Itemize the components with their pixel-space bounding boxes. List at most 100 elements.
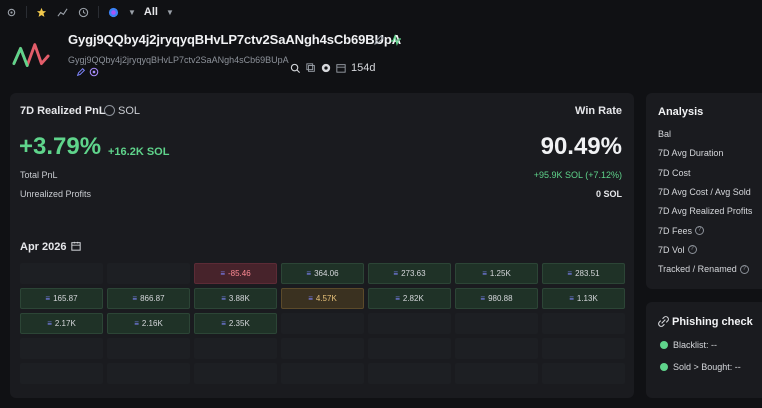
calendar-day-cell[interactable]: ≡ -85.46 <box>194 263 277 284</box>
help-icon[interactable]: ? <box>739 264 749 274</box>
calendar-empty-cell <box>542 338 625 359</box>
sol-icon: ≡ <box>393 269 399 278</box>
pnl-percent: +3.79% <box>19 133 102 160</box>
calendar-empty-cell <box>368 313 451 334</box>
calendar-day-value: 2.16K <box>141 319 163 328</box>
sol-icon: ≡ <box>134 319 139 328</box>
status-dot <box>660 341 668 349</box>
sol-icon: ≡ <box>221 294 226 303</box>
wallet-meta: 154d <box>290 62 375 74</box>
edit-icon[interactable] <box>373 34 385 46</box>
calendar-day-cell[interactable]: ≡ 1.13K <box>542 288 625 309</box>
calendar-day-value: 980.88 <box>488 294 513 303</box>
analysis-item: Tracked / Renamed? <box>658 264 749 274</box>
calendar-day-cell[interactable]: ≡ 3.88K <box>194 288 277 309</box>
analysis-item-label: 7D Fees <box>658 225 693 236</box>
calendar-icon[interactable] <box>71 241 81 251</box>
analysis-item: 7D Avg Cost / Avg Sold <box>658 187 751 197</box>
analysis-item: 7D Avg Duration <box>658 148 723 158</box>
analysis-card: Analysis Bal 7D Avg Duration 7D Cost 7D Avg… <box>646 93 762 289</box>
wallet-name: Gygj9QQby4j2jryqyqBHvLP7ctv2SaANgh4sCb69… <box>68 32 401 47</box>
sol-icon: ≡ <box>480 294 486 303</box>
calendar-empty-cell <box>281 313 364 334</box>
calendar-empty-cell <box>20 263 103 284</box>
sol-icon: ≡ <box>221 319 226 328</box>
calendar-day-cell[interactable]: ≡ 1.25K <box>455 263 538 284</box>
total-pnl-label: Total PnL <box>20 170 58 180</box>
wallet-address: Gygj9QQby4j2jryqyqBHvLP7ctv2SaANgh4sCb69… <box>68 55 289 65</box>
wallet-header: Gygj9QQby4j2jryqyqBHvLP7ctv2SaANgh4sCb69… <box>10 28 750 84</box>
calendar-day-cell[interactable]: ≡ 2.16K <box>107 313 190 334</box>
calendar-empty-cell <box>194 363 277 384</box>
calendar-day-cell[interactable]: ≡ 364.06 <box>281 263 364 284</box>
filter-select[interactable]: All <box>144 6 158 18</box>
chevron-down-icon[interactable]: ▼ <box>166 8 174 17</box>
help-icon[interactable]: ? <box>695 226 705 235</box>
pnl-card: 7D Realized PnL SOL Win Rate +3.79% +16.… <box>10 93 634 398</box>
calendar-empty-cell <box>368 338 451 359</box>
calendar-empty-cell <box>455 363 538 384</box>
chevron-down-icon[interactable]: ▼ <box>128 8 136 17</box>
calendar-month: Apr 2026 <box>20 241 67 253</box>
search-icon[interactable] <box>290 63 301 74</box>
calendar-day-value: 1.25K <box>489 269 511 278</box>
calendar-empty-cell <box>281 363 364 384</box>
calendar-day-cell[interactable]: ≡ 273.63 <box>368 263 451 284</box>
divider <box>98 6 99 18</box>
winrate-title: Win Rate <box>575 105 622 117</box>
winrate-sub: +95.9K SOL (+7.12%) <box>533 170 622 180</box>
history-icon[interactable] <box>77 6 90 19</box>
calendar-day-cell[interactable]: ≡ 283.51 <box>542 263 625 284</box>
chart-icon[interactable] <box>56 6 69 19</box>
calendar-day-value: 364.06 <box>314 269 339 278</box>
calendar-day-value: -85.46 <box>227 269 251 278</box>
help-icon[interactable]: ? <box>687 245 697 255</box>
link-icon <box>658 316 669 327</box>
pulse-icon[interactable] <box>390 34 402 46</box>
sol-icon: ≡ <box>306 269 312 278</box>
calendar-empty-cell <box>20 338 103 359</box>
calendar-day-cell[interactable]: ≡ 866.87 <box>107 288 190 309</box>
sol-icon: ≡ <box>482 269 487 278</box>
calendar-day-cell[interactable]: ≡ 165.87 <box>20 288 103 309</box>
calendar-empty-cell <box>281 338 364 359</box>
analysis-item: 7D Vol? <box>658 245 697 255</box>
sol-icon: ≡ <box>220 269 225 278</box>
calendar-day-cell[interactable]: ≡ 2.35K <box>194 313 277 334</box>
settings-icon[interactable] <box>5 6 18 19</box>
currency-toggle[interactable]: SOL <box>118 105 140 117</box>
sol-icon <box>104 105 115 116</box>
sol-icon: ≡ <box>395 294 400 303</box>
analysis-item-label: 7D Cost <box>658 167 691 178</box>
sol-icon: ≡ <box>567 269 573 278</box>
analysis-item-label: 7D Avg Realized Profits <box>658 206 753 217</box>
wallet-logo-icon <box>12 43 50 67</box>
globe-icon[interactable] <box>107 6 120 19</box>
analysis-item-label: 7D Avg Cost / Avg Sold <box>658 186 751 197</box>
pnl-calendar-grid: ≡ -85.46 ≡ 364.06 ≡ 273.63 ≡ 1.25K ≡ 283.51 ≡ 165.8… <box>20 263 625 384</box>
calendar-day-value: 273.63 <box>401 269 426 278</box>
sol-icon: ≡ <box>569 294 574 303</box>
calendar-day-cell[interactable]: ≡ 980.88 <box>455 288 538 309</box>
calendar-day-value: 165.87 <box>53 294 78 303</box>
calendar-day-cell[interactable]: ≡ 2.82K <box>368 288 451 309</box>
pnl-sol: +16.2K SOL <box>108 146 170 158</box>
explorer-icon[interactable] <box>321 63 331 73</box>
link-icon[interactable] <box>89 67 99 77</box>
unrealized-value: 0 SOL <box>595 189 622 199</box>
calendar-empty-cell <box>542 313 625 334</box>
phishing-title: Phishing check <box>672 316 753 328</box>
calendar-day-cell[interactable]: ≡ 2.17K <box>20 313 103 334</box>
blacklist-text: Blacklist: -- <box>673 340 718 350</box>
star-icon[interactable] <box>35 6 48 19</box>
sol-icon: ≡ <box>308 294 313 303</box>
copy-icon[interactable] <box>306 63 316 73</box>
phishing-card: Phishing check Blacklist: -- Sold > Boug… <box>646 302 762 398</box>
calendar-day-cell[interactable]: ≡ 4.57K <box>281 288 364 309</box>
analysis-item: 7D Fees? <box>658 225 705 236</box>
calendar-empty-cell <box>542 363 625 384</box>
divider <box>26 6 27 18</box>
sold-bought-text: Sold > Bought: -- <box>673 362 741 372</box>
top-toolbar: ▼ All ▼ <box>0 0 762 24</box>
edit-icon[interactable] <box>76 67 86 77</box>
